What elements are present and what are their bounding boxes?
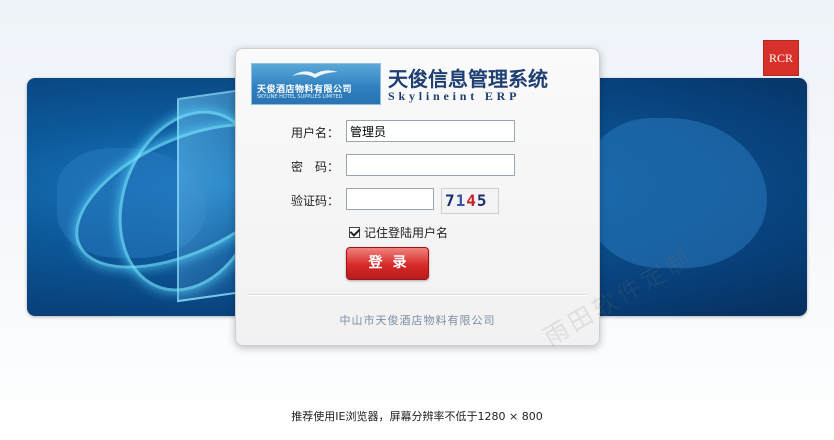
captcha-digit: 7 <box>445 191 456 210</box>
bird-icon <box>292 70 338 78</box>
remember-username[interactable]: 记住登陆用户名 <box>349 224 448 240</box>
company-logo: 天俊酒店物料有限公司 SKYLINE HOTEL SUPPLIES LIMITE… <box>251 63 381 105</box>
captcha-digit: 1 <box>455 191 467 210</box>
system-subtitle: Skylineint ERP <box>388 89 521 103</box>
username-label: 用户名： <box>291 126 340 140</box>
divider <box>248 294 586 296</box>
captcha-input[interactable] <box>346 188 434 210</box>
login-button[interactable]: 登录 <box>346 247 429 280</box>
captcha-image[interactable]: 7145 <box>441 188 499 214</box>
username-input[interactable] <box>346 120 515 142</box>
partner-logo: RCR <box>763 40 799 76</box>
remember-checkbox[interactable] <box>349 226 360 238</box>
system-title: 天俊信息管理系统 <box>388 67 548 91</box>
captcha-digit: 5 <box>476 191 488 210</box>
browser-recommendation: 推荐使用IE浏览器，屏幕分辨率不低于1280 × 800 <box>291 410 543 423</box>
password-input[interactable] <box>346 154 515 176</box>
remember-label: 记住登陆用户名 <box>364 225 449 240</box>
login-card: 天俊酒店物料有限公司 SKYLINE HOTEL SUPPLIES LIMITE… <box>235 48 600 346</box>
captcha-digit: 4 <box>466 191 477 210</box>
password-label: 密 码： <box>291 160 340 174</box>
captcha-label: 验证码： <box>291 194 340 208</box>
logo-en-text: SKYLINE HOTEL SUPPLIES LIMITED <box>257 94 343 100</box>
